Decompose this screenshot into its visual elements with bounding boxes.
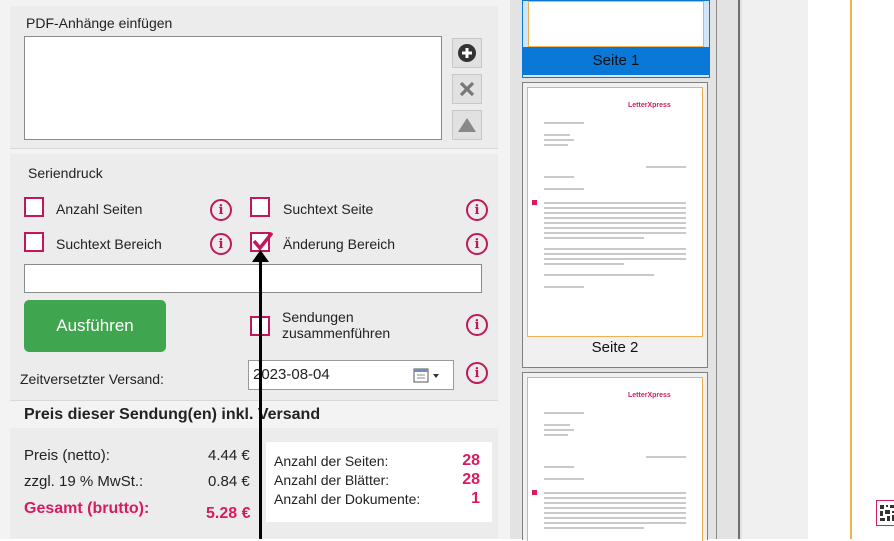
thumbnail-strip: Seite 1 LetterXpress Seite 2 LetterXpres… bbox=[510, 0, 742, 541]
vat-value: 0.84 € bbox=[208, 473, 250, 490]
total-label: Gesamt (brutto): bbox=[24, 500, 150, 517]
page-3-preview: LetterXpress bbox=[527, 377, 703, 541]
preview-canvas[interactable] bbox=[742, 0, 894, 539]
page-2-preview: LetterXpress bbox=[527, 87, 703, 337]
date-picker[interactable]: 2023-08-04 bbox=[248, 360, 454, 390]
sheets-value: 28 bbox=[462, 471, 480, 488]
delayed-dispatch-label: Zeitversetzter Versand: bbox=[20, 371, 164, 387]
thumbnail-scrollbar-edge bbox=[716, 0, 717, 539]
letterxpress-logo: LetterXpress bbox=[628, 102, 671, 109]
aenderung-bereich-checkbox[interactable] bbox=[250, 231, 273, 252]
date-value: 2023-08-04 bbox=[253, 366, 330, 383]
suchtext-bereich-label: Suchtext Bereich bbox=[56, 236, 162, 252]
info-icon[interactable]: i bbox=[466, 199, 488, 221]
pages-label: Anzahl der Seiten: bbox=[274, 453, 389, 469]
add-icon bbox=[458, 44, 476, 62]
datamatrix-code bbox=[876, 500, 894, 526]
merge-label-line1: Sendungen bbox=[282, 309, 354, 325]
info-icon[interactable]: i bbox=[466, 362, 488, 384]
merge-label-line2: zusammenführen bbox=[282, 325, 391, 341]
margin-guide bbox=[850, 0, 852, 539]
pages-value: 28 bbox=[462, 452, 480, 469]
thumbnail-page-2[interactable]: LetterXpress Seite 2 bbox=[522, 82, 708, 368]
net-price-value: 4.44 € bbox=[208, 447, 250, 464]
info-icon[interactable]: i bbox=[466, 233, 488, 255]
page-2-label: Seite 2 bbox=[591, 339, 639, 356]
move-up-button[interactable] bbox=[452, 110, 482, 140]
documents-label: Anzahl der Dokumente: bbox=[274, 491, 421, 507]
arrow-up-icon bbox=[458, 118, 476, 132]
total-value: 5.28 € bbox=[206, 505, 251, 522]
letterxpress-logo: LetterXpress bbox=[628, 392, 671, 399]
serial-print-group: Seriendruck Anzahl Seiten i Suchtext Sei… bbox=[10, 154, 498, 401]
suchtext-bereich-checkbox[interactable] bbox=[24, 232, 44, 252]
merge-shipments-label: Sendungen zusammenführen bbox=[282, 309, 390, 341]
suchtext-seite-checkbox[interactable] bbox=[250, 197, 270, 217]
price-summary: Preis (netto): 4.44 € zzgl. 19 % MwSt.: … bbox=[10, 428, 498, 539]
aenderung-bereich-label: Änderung Bereich bbox=[283, 236, 396, 252]
annotation-arrow bbox=[252, 250, 269, 539]
arrow-head-icon bbox=[252, 250, 269, 262]
info-icon[interactable]: i bbox=[210, 199, 232, 221]
attachments-title: PDF-Anhänge einfügen bbox=[26, 15, 173, 31]
thumbnail-page-1[interactable]: Seite 1 bbox=[522, 0, 710, 78]
document-stats: Anzahl der Seiten: 28 Anzahl der Blätter… bbox=[266, 442, 492, 522]
documents-value: 1 bbox=[471, 490, 480, 507]
suchtext-seite-label: Suchtext Seite bbox=[283, 201, 374, 217]
settings-panel: PDF-Anhänge einfügen Seriendruck Anzahl … bbox=[0, 0, 510, 539]
vat-label: zzgl. 19 % MwSt.: bbox=[24, 473, 144, 490]
thumbnail-page-3[interactable]: LetterXpress bbox=[522, 372, 708, 541]
run-button[interactable]: Ausführen bbox=[24, 300, 166, 352]
search-text-input[interactable] bbox=[24, 264, 482, 293]
anzahl-seiten-label: Anzahl Seiten bbox=[56, 201, 143, 217]
info-icon[interactable]: i bbox=[466, 314, 488, 336]
add-attachment-button[interactable] bbox=[452, 38, 482, 68]
page-1-preview bbox=[528, 1, 704, 47]
serial-print-title: Seriendruck bbox=[28, 165, 103, 181]
close-icon bbox=[459, 81, 475, 97]
page-1-label: Seite 1 bbox=[523, 47, 709, 75]
price-title: Preis dieser Sendung(en) inkl. Versand bbox=[24, 406, 321, 423]
attachments-group: PDF-Anhänge einfügen bbox=[10, 6, 498, 149]
remove-attachment-button[interactable] bbox=[452, 74, 482, 104]
calendar-icon[interactable] bbox=[413, 368, 445, 384]
sheets-label: Anzahl der Blätter: bbox=[274, 472, 390, 488]
attachments-list[interactable] bbox=[24, 36, 442, 140]
net-price-label: Preis (netto): bbox=[24, 447, 110, 464]
barcode-icon bbox=[879, 504, 894, 522]
info-icon[interactable]: i bbox=[210, 233, 232, 255]
thumbnail-divider bbox=[738, 0, 740, 539]
anzahl-seiten-checkbox[interactable] bbox=[24, 197, 44, 217]
